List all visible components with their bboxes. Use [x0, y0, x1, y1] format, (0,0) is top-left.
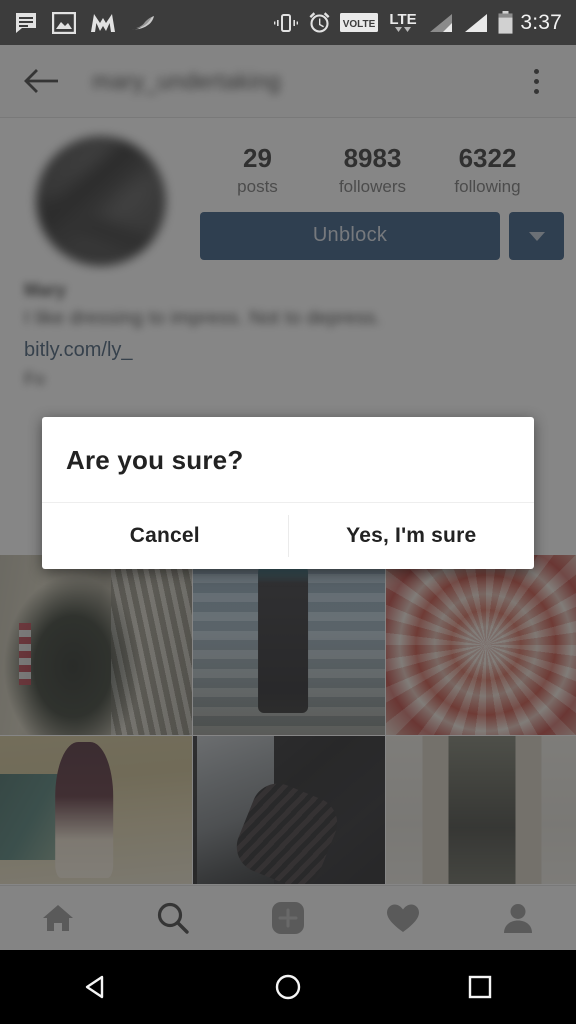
alarm-icon — [309, 12, 330, 33]
back-triangle-icon — [85, 975, 104, 999]
back-arrow-icon — [24, 69, 58, 93]
status-bar-right-icons: VOLTE LTE — [273, 10, 513, 36]
stat-followers-count: 8983 — [343, 143, 402, 173]
page-title: mary_undertaking — [92, 67, 281, 94]
profile-dropdown-button[interactable] — [509, 211, 564, 260]
stat-posts[interactable]: 29 posts — [200, 142, 315, 197]
bio-extra-text: Fo — [24, 368, 46, 389]
profile-bio: Mary I like dressing to impress. Not to … — [0, 260, 576, 390]
bird-icon — [132, 15, 154, 29]
signal-icon-1 — [430, 13, 453, 32]
android-recents-button[interactable] — [430, 957, 530, 1017]
home-icon — [42, 905, 73, 931]
heart-icon — [387, 904, 420, 932]
search-icon — [157, 902, 189, 934]
m-logo-icon — [91, 13, 115, 32]
lte-icon: LTE — [390, 11, 417, 32]
post-thumbnail-6[interactable] — [386, 736, 576, 884]
bio-text: I like dressing to impress. Not to depre… — [24, 307, 382, 329]
post-thumbnail-4[interactable] — [0, 736, 192, 884]
nav-search[interactable] — [138, 890, 208, 946]
post-thumbnail-2[interactable] — [193, 555, 385, 735]
home-circle-icon — [275, 974, 301, 1000]
cancel-button[interactable]: Cancel — [42, 503, 288, 569]
svg-text:VOLTE: VOLTE — [343, 19, 376, 30]
stat-following-label: following — [454, 176, 521, 196]
stat-followers-label: followers — [338, 176, 407, 196]
photo-icon — [52, 11, 76, 34]
overflow-dot — [533, 68, 539, 74]
confirmation-dialog: Are you sure? Cancel Yes, I'm sure — [42, 417, 534, 569]
android-navigation-bar — [0, 950, 576, 1024]
overflow-menu-button[interactable] — [516, 59, 556, 103]
bio-link[interactable]: bitly.com/ly_ — [24, 339, 552, 362]
nav-add[interactable] — [253, 890, 323, 946]
profile-stats: 29 posts 8983 followers 6322 following — [200, 140, 576, 197]
nav-home[interactable] — [23, 890, 93, 946]
overflow-dot — [533, 78, 539, 84]
unblock-button[interactable]: Unblock — [200, 211, 500, 260]
android-home-button[interactable] — [238, 957, 338, 1017]
post-thumbnail-3[interactable] — [386, 555, 576, 735]
svg-text:LTE: LTE — [390, 11, 417, 28]
bottom-navigation — [0, 885, 576, 950]
status-bar: VOLTE LTE 3:37 — [0, 0, 576, 45]
stat-posts-label: posts — [237, 176, 278, 196]
dialog-title: Are you sure? — [66, 445, 244, 475]
profile-header: 29 posts 8983 followers 6322 following U… — [0, 118, 576, 390]
post-thumbnail-5[interactable] — [193, 736, 385, 884]
vibrate-icon — [274, 13, 299, 32]
nav-profile[interactable] — [483, 890, 553, 946]
volte-icon: VOLTE — [340, 13, 379, 32]
stat-posts-count: 29 — [243, 143, 272, 173]
stat-following[interactable]: 6322 following — [430, 142, 545, 197]
chevron-down-icon — [528, 231, 545, 241]
bio-name: Mary — [24, 279, 67, 300]
confirm-button[interactable]: Yes, I'm sure — [289, 503, 535, 569]
add-icon — [271, 902, 304, 934]
signal-icon-2 — [465, 13, 488, 32]
dialog-button-row: Cancel Yes, I'm sure — [42, 502, 534, 569]
stat-followers[interactable]: 8983 followers — [315, 142, 430, 197]
action-bar: mary_undertaking — [0, 45, 576, 118]
post-thumbnail-1[interactable] — [0, 555, 192, 735]
messages-icon — [16, 12, 36, 33]
battery-icon — [498, 11, 513, 34]
android-back-button[interactable] — [46, 957, 146, 1017]
nav-activity[interactable] — [368, 890, 438, 946]
recents-square-icon — [468, 975, 492, 999]
photo-grid — [0, 555, 576, 885]
back-button[interactable] — [20, 60, 62, 102]
profile-action-row: Unblock — [200, 211, 576, 260]
stat-following-count: 6322 — [458, 143, 517, 173]
person-icon — [504, 904, 533, 933]
overflow-dot — [533, 88, 539, 94]
status-bar-left-icons — [14, 11, 156, 35]
avatar[interactable] — [36, 136, 166, 266]
status-bar-clock: 3:37 — [520, 10, 562, 34]
